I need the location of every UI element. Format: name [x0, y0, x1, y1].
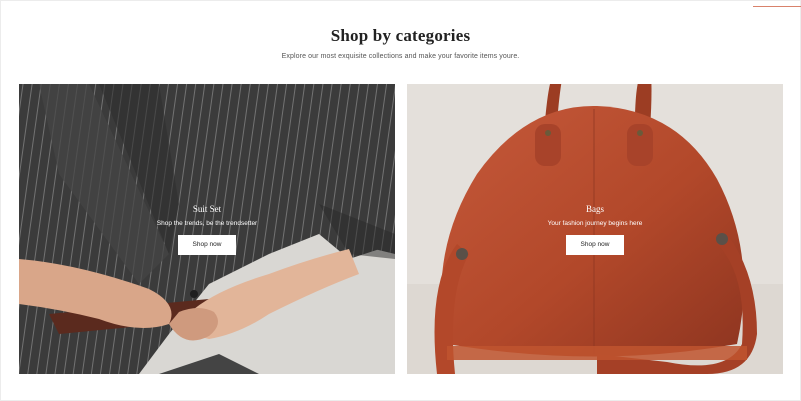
category-description: Your fashion journey begins here — [547, 220, 643, 227]
category-title: Suit Set — [192, 204, 222, 214]
category-card-suit-set[interactable]: Suit Set Shop the trends, be the trendse… — [19, 84, 395, 374]
accent-line — [753, 6, 801, 7]
category-title: Bags — [586, 204, 604, 214]
shop-now-button[interactable]: Shop now — [566, 235, 624, 255]
category-description: Shop the trends, be the trendsetter — [156, 220, 258, 227]
bags-image — [407, 84, 783, 374]
section-title: Shop by categories — [330, 26, 471, 45]
section-subtitle: Explore our most exquisite collections a… — [281, 53, 520, 60]
shop-now-button[interactable]: Shop now — [178, 235, 236, 255]
category-card-bags[interactable]: Bags Your fashion journey begins here Sh… — [407, 84, 783, 374]
suit-set-image — [19, 84, 395, 374]
